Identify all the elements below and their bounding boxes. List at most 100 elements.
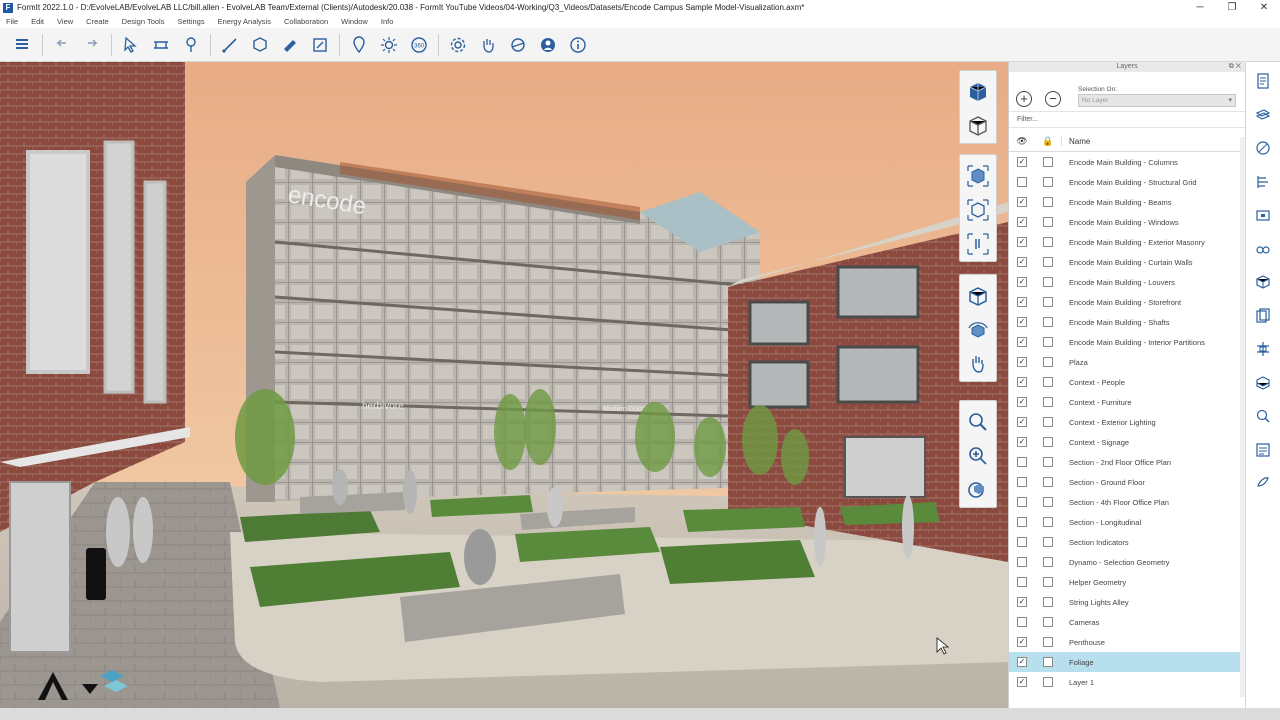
layer-lock-checkbox[interactable]: [1043, 337, 1053, 347]
layer-lock-checkbox[interactable]: [1043, 237, 1053, 247]
home-view-icon[interactable]: [963, 279, 993, 313]
layer-row[interactable]: Section - Ground Floor: [1009, 472, 1245, 492]
layer-row[interactable]: Section - 4th Floor Office Plan: [1009, 492, 1245, 512]
layer-visibility-checkbox[interactable]: ✓: [1017, 277, 1027, 287]
layer-row[interactable]: ✓ Context - People: [1009, 372, 1245, 392]
layer-row[interactable]: Encode Main Building - Structural Grid: [1009, 172, 1245, 192]
orbit-icon[interactable]: [963, 313, 993, 347]
layer-visibility-checkbox[interactable]: ✓: [1017, 237, 1027, 247]
info-icon[interactable]: [563, 32, 593, 58]
layer-row[interactable]: ✓ Penthouse: [1009, 632, 1245, 652]
menu-file[interactable]: File: [6, 17, 18, 26]
layer-filter-input[interactable]: Filter...: [1009, 112, 1245, 128]
dynamo-icon[interactable]: [503, 32, 533, 58]
layer-row[interactable]: Section - 2nd Floor Office Plan: [1009, 452, 1245, 472]
levels-icon[interactable]: [1250, 169, 1276, 195]
layer-row[interactable]: Helper Geometry: [1009, 572, 1245, 592]
layer-visibility-checkbox[interactable]: ✓: [1017, 157, 1027, 167]
menu-collaboration[interactable]: Collaboration: [284, 17, 328, 26]
info-pin-icon[interactable]: [176, 32, 206, 58]
layer-visibility-checkbox[interactable]: [1017, 497, 1027, 507]
layer-lock-checkbox[interactable]: [1043, 357, 1053, 367]
layer-lock-checkbox[interactable]: [1043, 377, 1053, 387]
layer-lock-checkbox[interactable]: [1043, 657, 1053, 667]
layer-row[interactable]: Section Indicators: [1009, 532, 1245, 552]
location-pin-icon[interactable]: [344, 32, 374, 58]
layer-visibility-checkbox[interactable]: [1017, 577, 1027, 587]
group-icon[interactable]: [305, 32, 335, 58]
layer-row[interactable]: ✓ Context - Exterior Lighting: [1009, 412, 1245, 432]
layer-row[interactable]: ✓ Foliage: [1009, 652, 1245, 672]
layer-row[interactable]: ✓ Encode Main Building - Shafts: [1009, 312, 1245, 332]
layer-row[interactable]: ✓ Encode Main Building - Curtain Walls: [1009, 252, 1245, 272]
pan-hand-icon[interactable]: [473, 32, 503, 58]
layer-lock-checkbox[interactable]: [1043, 457, 1053, 467]
layer-visibility-checkbox[interactable]: ✓: [1017, 297, 1027, 307]
menu-settings[interactable]: Settings: [177, 17, 204, 26]
layer-lock-checkbox[interactable]: [1043, 177, 1053, 187]
layer-row[interactable]: ✓ Encode Main Building - Exterior Masonry: [1009, 232, 1245, 252]
layer-row[interactable]: ✓ String Lights Alley: [1009, 592, 1245, 612]
model-scene[interactable]: encode herbivore Modern Goods: [0, 62, 1008, 708]
layer-lock-checkbox[interactable]: [1043, 297, 1053, 307]
layer-lock-checkbox[interactable]: [1043, 557, 1053, 567]
content-library-icon[interactable]: [1250, 303, 1276, 329]
orthographic-icon[interactable]: [963, 109, 993, 143]
layer-lock-checkbox[interactable]: [1043, 517, 1053, 527]
menu-create[interactable]: Create: [86, 17, 109, 26]
tape-measure-icon[interactable]: [146, 32, 176, 58]
notes-icon[interactable]: [1250, 437, 1276, 463]
walkthrough-icon[interactable]: [963, 227, 993, 261]
mesh-icon[interactable]: [1250, 370, 1276, 396]
layer-visibility-checkbox[interactable]: [1017, 617, 1027, 627]
zoom-extents-icon[interactable]: [963, 439, 993, 473]
layer-lock-checkbox[interactable]: [1043, 537, 1053, 547]
selection-layer-dropdown[interactable]: No Layer ▾: [1078, 94, 1236, 107]
lock-column-icon[interactable]: 🔒: [1035, 136, 1061, 147]
layer-lock-checkbox[interactable]: [1043, 437, 1053, 447]
layer-row[interactable]: ✓ Context - Furniture: [1009, 392, 1245, 412]
plugin-icon[interactable]: [1250, 470, 1276, 496]
remove-layer-button[interactable]: −: [1045, 91, 1061, 107]
layer-row[interactable]: ✓ Encode Main Building - Storefront: [1009, 292, 1245, 312]
layer-row[interactable]: Cameras: [1009, 612, 1245, 632]
layer-lock-checkbox[interactable]: [1043, 277, 1053, 287]
hidden-icon[interactable]: [1250, 403, 1276, 429]
perspective-icon[interactable]: [963, 193, 993, 227]
materials-icon[interactable]: [1250, 135, 1276, 161]
layer-row[interactable]: ✓ Plaza: [1009, 352, 1245, 372]
layer-visibility-checkbox[interactable]: ✓: [1017, 437, 1027, 447]
undo-icon[interactable]: [47, 32, 77, 58]
menu-edit[interactable]: Edit: [31, 17, 44, 26]
layer-row[interactable]: ✓ Context - Signage: [1009, 432, 1245, 452]
layer-lock-checkbox[interactable]: [1043, 317, 1053, 327]
layer-visibility-checkbox[interactable]: ✓: [1017, 397, 1027, 407]
add-layer-button[interactable]: +: [1016, 91, 1032, 107]
layer-visibility-checkbox[interactable]: ✓: [1017, 257, 1027, 267]
layer-lock-checkbox[interactable]: [1043, 617, 1053, 627]
layers-icon[interactable]: [8, 32, 38, 58]
layer-visibility-checkbox[interactable]: ✓: [1017, 317, 1027, 327]
menu-info[interactable]: Info: [381, 17, 394, 26]
layer-row[interactable]: ✓ Encode Main Building - Windows: [1009, 212, 1245, 232]
layer-visibility-checkbox[interactable]: [1017, 477, 1027, 487]
layer-visibility-checkbox[interactable]: ✓: [1017, 657, 1027, 667]
layer-visibility-checkbox[interactable]: ✓: [1017, 637, 1027, 647]
redo-icon[interactable]: [77, 32, 107, 58]
group-edit-icon[interactable]: [1250, 336, 1276, 362]
edit-tool-icon[interactable]: [275, 32, 305, 58]
layer-lock-checkbox[interactable]: [1043, 157, 1053, 167]
layer-lock-checkbox[interactable]: [1043, 637, 1053, 647]
layer-visibility-checkbox[interactable]: [1017, 557, 1027, 567]
menu-energy-analysis[interactable]: Energy Analysis: [218, 17, 271, 26]
view-360-icon[interactable]: 360: [404, 32, 434, 58]
layer-visibility-checkbox[interactable]: [1017, 457, 1027, 467]
layer-visibility-checkbox[interactable]: ✓: [1017, 337, 1027, 347]
minimize-button[interactable]: ─: [1184, 0, 1216, 15]
menu-design-tools[interactable]: Design Tools: [122, 17, 165, 26]
layer-lock-checkbox[interactable]: [1043, 257, 1053, 267]
layer-lock-checkbox[interactable]: [1043, 497, 1053, 507]
layer-visibility-checkbox[interactable]: ✓: [1017, 217, 1027, 227]
restore-button[interactable]: ❐: [1216, 0, 1248, 15]
layer-lock-checkbox[interactable]: [1043, 597, 1053, 607]
